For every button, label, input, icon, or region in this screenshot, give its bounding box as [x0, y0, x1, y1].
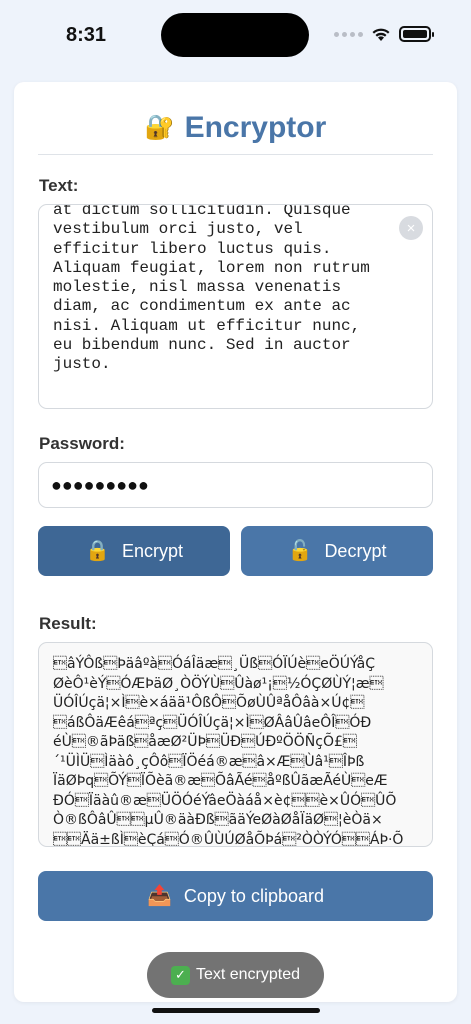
- copy-to-clipboard-button[interactable]: 📤 Copy to clipboard: [38, 871, 433, 921]
- close-icon: ×: [406, 219, 416, 237]
- status-time: 8:31: [66, 24, 107, 46]
- password-label: Password:: [39, 434, 125, 453]
- result-value: âÝÔßÞäâºàÓáÎäæ¸ÜßÓÏÚèeÖÚÝåÇ ØèÔ¹èÝ…: [53, 656, 404, 847]
- home-indicator[interactable]: [152, 1008, 320, 1013]
- encrypt-button-label: Encrypt: [121, 540, 183, 561]
- toast-message: Text encrypted: [195, 966, 301, 983]
- copy-button-label: Copy to clipboard: [183, 885, 324, 906]
- lock-icon: 🔒: [85, 540, 110, 562]
- clear-text-button[interactable]: ×: [399, 216, 423, 240]
- battery-icon: [399, 26, 434, 42]
- status-icons: [334, 26, 434, 42]
- result-label: Result:: [39, 614, 97, 633]
- outbox-tray-icon: 📤: [147, 885, 172, 907]
- encrypt-button[interactable]: 🔒 Encrypt: [38, 526, 230, 576]
- text-input[interactable]: at dictum sollicitudin. Quisque vestibul…: [38, 204, 433, 409]
- main-card: 🔐 Encryptor Text: at dictum sollicitudin…: [14, 82, 457, 1002]
- lock-key-icon: 🔐: [144, 114, 175, 141]
- password-masked-value: ●●●●●●●●●: [51, 474, 149, 495]
- decrypt-button[interactable]: 🔓 Decrypt: [241, 526, 433, 576]
- status-bar: 8:31: [0, 0, 471, 72]
- text-input-value: at dictum sollicitudin. Quisque vestibul…: [53, 204, 370, 374]
- check-icon: ✓: [170, 965, 190, 985]
- title-divider: [38, 154, 433, 155]
- text-label: Text:: [39, 176, 79, 195]
- password-input[interactable]: ●●●●●●●●●: [38, 462, 433, 508]
- unlock-icon: 🔓: [287, 540, 313, 562]
- signal-icon: [334, 31, 363, 37]
- result-output[interactable]: âÝÔßÞäâºàÓáÎäæ¸ÜßÓÏÚèeÖÚÝåÇ ØèÔ¹èÝ…: [38, 642, 433, 847]
- title-row: 🔐 Encryptor: [14, 108, 457, 148]
- decrypt-button-label: Decrypt: [324, 540, 387, 561]
- wifi-icon: [372, 28, 390, 41]
- page-title: Encryptor: [184, 111, 327, 144]
- toast-notification: ✓ Text encrypted: [147, 952, 324, 998]
- dynamic-island: [161, 13, 309, 57]
